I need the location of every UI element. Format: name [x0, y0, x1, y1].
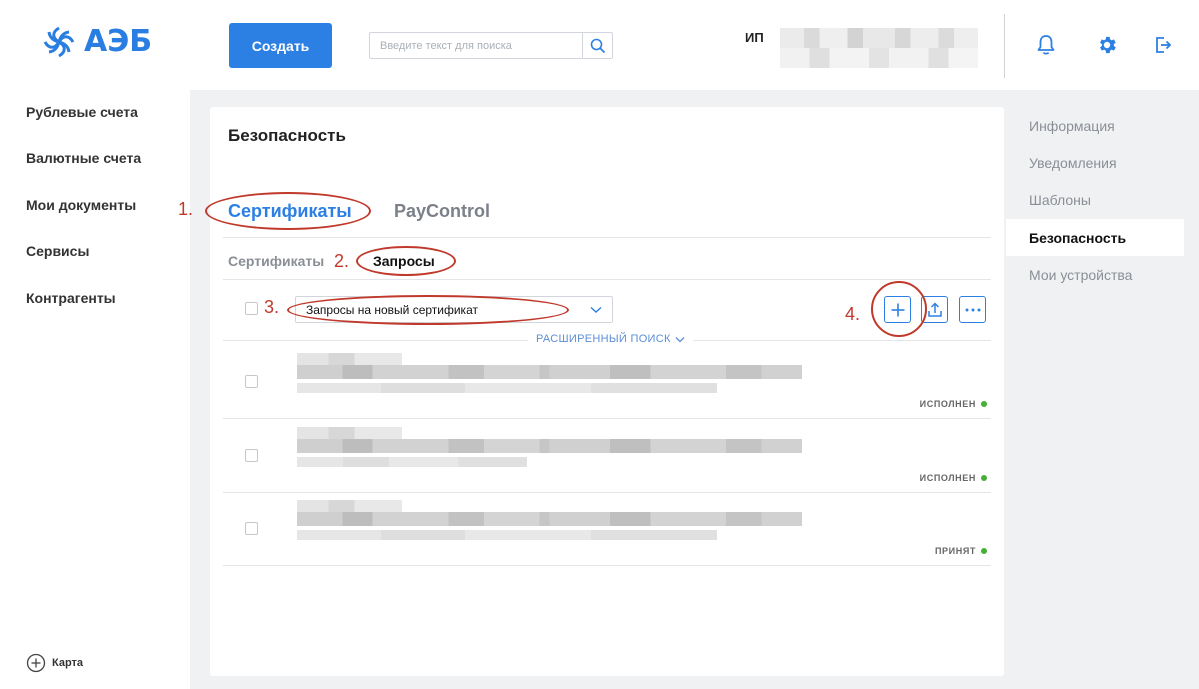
subtab-requests[interactable]: Запросы	[373, 253, 435, 269]
row-checkbox[interactable]	[245, 375, 258, 388]
redacted-text	[297, 353, 402, 365]
card-link-label: Карта	[52, 657, 84, 669]
status-dot	[981, 475, 987, 481]
redacted-text	[297, 457, 527, 467]
search-input[interactable]	[370, 33, 583, 58]
chevron-down-icon	[675, 336, 685, 342]
notifications-button[interactable]	[1034, 33, 1058, 57]
request-type-select[interactable]: Запросы на новый сертификат	[295, 296, 613, 323]
redacted-text	[297, 512, 802, 526]
status-badge: ИСПОЛНЕН	[920, 473, 987, 483]
tab-certificates[interactable]: Сертификаты	[228, 201, 352, 222]
annotation-number: 4.	[845, 304, 861, 324]
table-row[interactable]: ИСПОЛНЕН	[223, 345, 991, 419]
header-divider	[1004, 14, 1005, 78]
status-text: ИСПОЛНЕН	[919, 473, 976, 483]
row-checkbox[interactable]	[245, 522, 258, 535]
top-header: АЭБ Создать ИП	[0, 0, 1199, 90]
status-badge: ИСПОЛНЕН	[920, 399, 987, 409]
logo-icon	[43, 26, 75, 57]
search-button[interactable]	[582, 33, 612, 58]
redacted-text	[297, 500, 402, 512]
status-text: ПРИНЯТ	[934, 546, 976, 556]
right-nav-info[interactable]: Информация	[1029, 118, 1115, 134]
more-dots-icon	[965, 308, 980, 311]
company-name[interactable]: ИП	[745, 30, 764, 45]
right-nav-my-devices[interactable]: Мои устройства	[1029, 267, 1132, 283]
annotation-number: 2.	[334, 251, 350, 271]
plus-circle-icon	[26, 653, 46, 673]
right-nav-security[interactable]: Безопасность	[1029, 230, 1126, 246]
create-button[interactable]: Создать	[229, 23, 332, 68]
annotation-number: 3.	[264, 297, 280, 317]
logout-button[interactable]	[1151, 33, 1175, 57]
add-request-button[interactable]	[884, 296, 911, 323]
redacted-text	[297, 383, 717, 393]
advanced-search-toggle[interactable]: РАСШИРЕННЫЙ ПОИСК	[528, 333, 693, 345]
status-badge: ПРИНЯТ	[935, 546, 987, 556]
status-text: ИСПОЛНЕН	[919, 399, 976, 409]
redacted-text	[297, 530, 717, 540]
gear-icon	[1100, 36, 1116, 54]
company-name-redacted	[780, 28, 978, 68]
request-type-value: Запросы на новый сертификат	[306, 302, 478, 317]
redacted-text	[297, 439, 802, 453]
row-checkbox[interactable]	[245, 449, 258, 462]
table-row[interactable]: ПРИНЯТ	[223, 492, 991, 566]
right-nav-templates[interactable]: Шаблоны	[1029, 192, 1091, 208]
status-dot	[981, 548, 987, 554]
bell-icon	[1037, 35, 1055, 55]
search-icon	[590, 38, 605, 53]
redacted-text	[297, 427, 402, 439]
plus-icon	[891, 303, 904, 316]
upload-button[interactable]	[921, 296, 948, 323]
add-card-link[interactable]: Карта	[26, 653, 83, 673]
logo-text: АЭБ	[84, 24, 153, 59]
chevron-down-icon	[590, 306, 602, 313]
logo[interactable]: АЭБ	[42, 24, 152, 59]
subtab-certificates[interactable]: Сертификаты	[228, 253, 324, 269]
annotation-number: 1.	[178, 199, 194, 219]
tab-paycontrol[interactable]: PayControl	[394, 201, 490, 222]
subtabs-divider	[223, 279, 991, 280]
page-title: Безопасность	[228, 126, 346, 145]
more-actions-button[interactable]	[959, 296, 986, 323]
upload-icon	[927, 301, 942, 317]
nav-item-currency-accounts[interactable]: Валютные счета	[26, 150, 141, 166]
advanced-search-label: РАСШИРЕННЫЙ ПОИСК	[536, 333, 671, 345]
redacted-text	[297, 365, 802, 379]
left-sidebar: Рублевые счета Валютные счета Мои докуме…	[0, 90, 190, 689]
nav-item-counterparties[interactable]: Контрагенты	[26, 290, 116, 306]
tabs-divider	[223, 237, 991, 238]
status-dot	[981, 401, 987, 407]
nav-item-my-documents[interactable]: Мои документы	[26, 197, 136, 213]
nav-item-services[interactable]: Сервисы	[26, 243, 89, 259]
right-nav-notifications[interactable]: Уведомления	[1029, 155, 1117, 171]
nav-item-rub-accounts[interactable]: Рублевые счета	[26, 104, 138, 120]
logout-icon	[1156, 37, 1172, 53]
table-row[interactable]: ИСПОЛНЕН	[223, 419, 991, 493]
settings-button[interactable]	[1095, 33, 1119, 57]
search-box	[369, 32, 613, 59]
select-all-checkbox[interactable]	[245, 302, 258, 315]
